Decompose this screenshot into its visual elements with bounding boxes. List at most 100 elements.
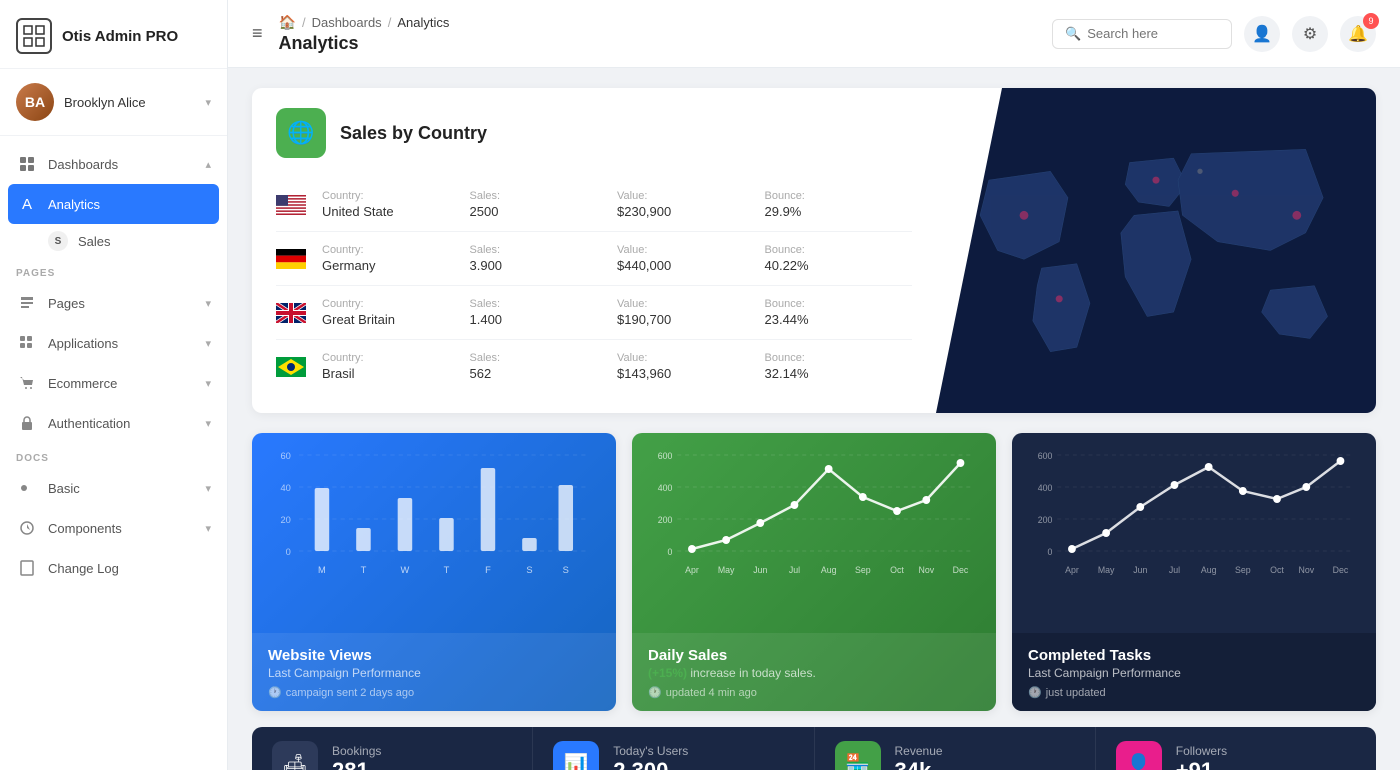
sidebar-nav: Dashboards ▴ A Analytics S Sales PAGES P… <box>0 136 227 770</box>
svg-text:200: 200 <box>658 515 673 525</box>
breadcrumb-analytics: Analytics <box>397 15 449 30</box>
website-views-meta: 🕐 campaign sent 2 days ago <box>268 686 600 699</box>
revenue-info: Revenue 34k <box>895 744 943 770</box>
sidebar-item-basic[interactable]: Basic ▾ <box>0 468 227 508</box>
pages-icon <box>16 292 38 314</box>
stat-bookings: 🛋 Bookings 281 <box>252 727 533 770</box>
tasks-subtitle: Last Campaign Performance <box>1028 666 1360 680</box>
menu-toggle-button[interactable]: ≡ <box>252 23 263 44</box>
dashboards-icon <box>16 153 38 175</box>
header: ≡ 🏠 / Dashboards / Analytics Analytics 🔍… <box>228 0 1400 68</box>
notifications-button[interactable]: 🔔 9 <box>1340 16 1376 52</box>
notification-badge: 9 <box>1363 13 1379 29</box>
table-row: Country: Germany Sales: 3.900 Value: $44… <box>276 232 912 286</box>
settings-button[interactable]: ⚙ <box>1292 16 1328 52</box>
user-profile-button[interactable]: 👤 <box>1244 16 1280 52</box>
ecommerce-label: Ecommerce <box>48 376 205 391</box>
dashboards-chevron-icon: ▴ <box>205 158 211 171</box>
basic-label: Basic <box>48 481 205 496</box>
sales-col-2: Sales: 3.900 <box>470 244 618 273</box>
authentication-chevron-icon: ▾ <box>205 417 211 430</box>
svg-text:Aug: Aug <box>821 565 837 575</box>
home-icon[interactable]: 🏠 <box>279 14 296 31</box>
svg-text:Dec: Dec <box>953 565 969 575</box>
applications-icon <box>16 332 38 354</box>
sidebar-item-components[interactable]: Components ▾ <box>0 508 227 548</box>
components-label: Components <box>48 521 205 536</box>
search-input[interactable] <box>1087 26 1207 41</box>
website-views-card: 60 40 20 0 M T <box>252 433 616 711</box>
users-value: 2,300 <box>613 758 688 770</box>
bounce-col-3: Bounce: 23.44% <box>765 298 913 327</box>
svg-text:Apr: Apr <box>685 565 699 575</box>
bounce-col-4: Bounce: 32.14% <box>765 352 913 381</box>
bookings-icon: 🛋 <box>272 741 318 770</box>
revenue-label: Revenue <box>895 744 943 758</box>
daily-sales-title: Daily Sales <box>648 647 980 664</box>
svg-text:Nov: Nov <box>918 565 934 575</box>
breadcrumb-dashboards[interactable]: Dashboards <box>312 15 382 30</box>
svg-text:Jul: Jul <box>1169 565 1180 575</box>
avatar: BA <box>16 83 54 121</box>
svg-text:S: S <box>526 565 532 575</box>
sidebar-item-dashboards[interactable]: Dashboards ▴ <box>0 144 227 184</box>
sidebar-item-ecommerce[interactable]: Ecommerce ▾ <box>0 363 227 403</box>
svg-text:T: T <box>444 565 450 575</box>
sidebar-item-analytics[interactable]: A Analytics <box>8 184 219 224</box>
sales-by-country-card: 🌐 Sales by Country <box>252 88 1376 413</box>
tasks-meta: 🕐 just updated <box>1028 686 1360 699</box>
changelog-icon <box>16 557 38 579</box>
svg-text:M: M <box>318 565 326 575</box>
us-flag-icon <box>276 195 306 215</box>
followers-info: Followers +91 <box>1176 744 1227 770</box>
sales-col-3: Sales: 1.400 <box>470 298 618 327</box>
logo-icon <box>16 18 52 54</box>
svg-text:Sep: Sep <box>855 565 871 575</box>
svg-text:0: 0 <box>286 547 291 557</box>
tasks-chart-area: 600 400 200 0 <box>1012 433 1376 633</box>
sales-label: Sales <box>78 234 111 249</box>
stats-row: 🛋 Bookings 281 📊 Today's Users 2,300 🏪 R… <box>252 727 1376 770</box>
value-col-2: Value: $440,000 <box>617 244 765 273</box>
sidebar-item-changelog[interactable]: Change Log <box>0 548 227 588</box>
bookings-label: Bookings <box>332 744 381 758</box>
analytics-label: Analytics <box>48 197 211 212</box>
svg-text:May: May <box>718 565 735 575</box>
tasks-title: Completed Tasks <box>1028 647 1360 664</box>
svg-text:400: 400 <box>658 483 673 493</box>
sales-col-4: Sales: 562 <box>470 352 618 381</box>
website-chart-info: Website Views Last Campaign Performance … <box>252 633 616 711</box>
components-icon <box>16 517 38 539</box>
world-map <box>936 88 1376 413</box>
country-col-2: Country: Germany <box>322 244 470 273</box>
svg-text:W: W <box>401 565 410 575</box>
main-area: ≡ 🏠 / Dashboards / Analytics Analytics 🔍… <box>228 0 1400 770</box>
sidebar-logo: Otis Admin PRO <box>0 0 227 69</box>
sidebar-item-pages[interactable]: Pages ▾ <box>0 283 227 323</box>
sidebar-item-sales[interactable]: S Sales <box>0 224 227 258</box>
svg-text:20: 20 <box>280 515 290 525</box>
ecommerce-chevron-icon: ▾ <box>205 377 211 390</box>
svg-text:0: 0 <box>668 547 673 557</box>
followers-icon: 👤 <box>1116 741 1162 770</box>
authentication-icon <box>16 412 38 434</box>
basic-chevron-icon: ▾ <box>205 482 211 495</box>
website-views-title: Website Views <box>268 647 600 664</box>
users-label: Today's Users <box>613 744 688 758</box>
docs-section-label: DOCS <box>0 443 227 468</box>
table-row: Country: United State Sales: 2500 Value:… <box>276 178 912 232</box>
ecommerce-icon <box>16 372 38 394</box>
followers-value: +91 <box>1176 758 1227 770</box>
header-right: 🔍 👤 ⚙ 🔔 9 <box>1052 16 1376 52</box>
search-box[interactable]: 🔍 <box>1052 19 1232 49</box>
revenue-icon: 🏪 <box>835 741 881 770</box>
sidebar-user[interactable]: BA Brooklyn Alice ▾ <box>0 69 227 136</box>
sidebar-item-applications[interactable]: Applications ▾ <box>0 323 227 363</box>
svg-text:Oct: Oct <box>890 565 904 575</box>
svg-text:F: F <box>485 565 491 575</box>
changelog-label: Change Log <box>48 561 211 576</box>
breadcrumb: 🏠 / Dashboards / Analytics <box>279 14 1052 31</box>
pages-label: Pages <box>48 296 205 311</box>
pages-section-label: PAGES <box>0 258 227 283</box>
sidebar-item-authentication[interactable]: Authentication ▾ <box>0 403 227 443</box>
